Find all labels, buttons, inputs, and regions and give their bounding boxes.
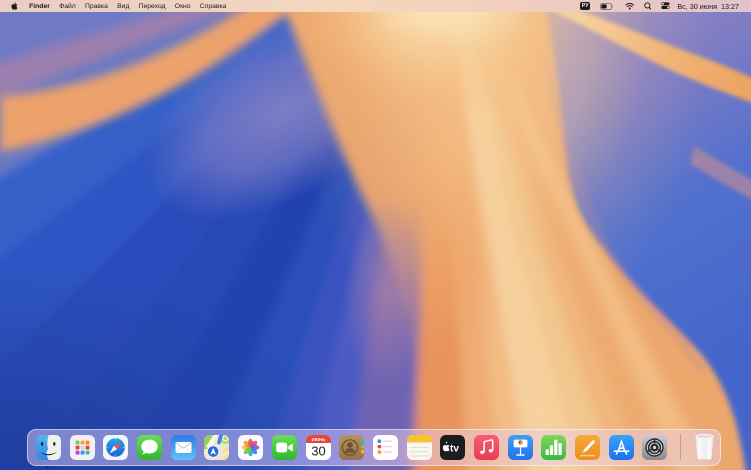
svg-text:ИЮНЬ: ИЮНЬ — [311, 437, 325, 442]
svg-text:30: 30 — [311, 443, 325, 458]
svg-text:tv: tv — [450, 443, 459, 454]
